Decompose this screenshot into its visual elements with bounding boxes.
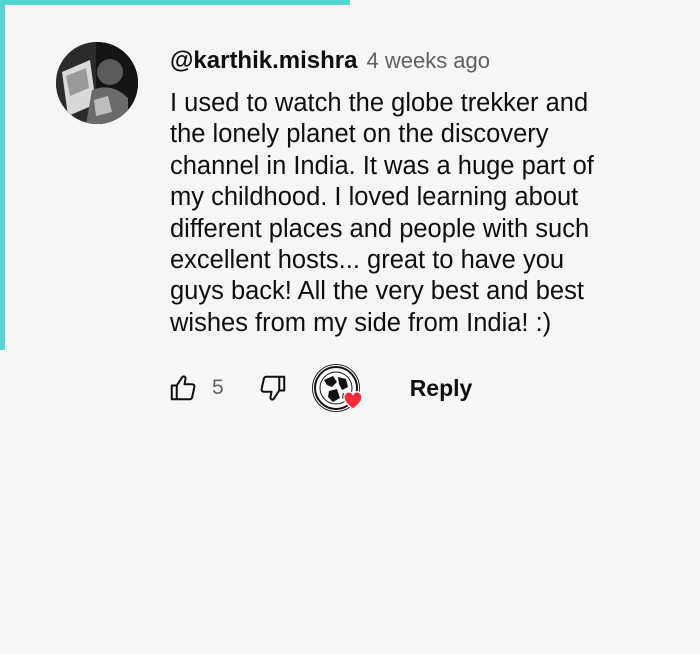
heart-icon <box>342 390 364 415</box>
accent-bar-left <box>0 0 5 350</box>
comment-timestamp[interactable]: 4 weeks ago <box>366 48 490 74</box>
author-avatar[interactable] <box>56 42 138 124</box>
author-handle[interactable]: @karthik.mishra <box>170 47 357 75</box>
reply-button[interactable]: Reply <box>410 375 473 402</box>
comment-actions: 5 Reply <box>168 364 472 412</box>
creator-heart-badge[interactable] <box>311 364 363 412</box>
like-count: 5 <box>212 376 224 399</box>
comment-body: @karthik.mishra 4 weeks ago I used to wa… <box>170 42 660 339</box>
thumbs-down-icon[interactable] <box>258 373 288 403</box>
comment-header: @karthik.mishra 4 weeks ago <box>170 47 660 75</box>
accent-bar-top <box>0 0 350 5</box>
comment-text: I used to watch the globe trekker and th… <box>170 89 594 337</box>
thumbs-up-icon[interactable] <box>168 373 198 403</box>
